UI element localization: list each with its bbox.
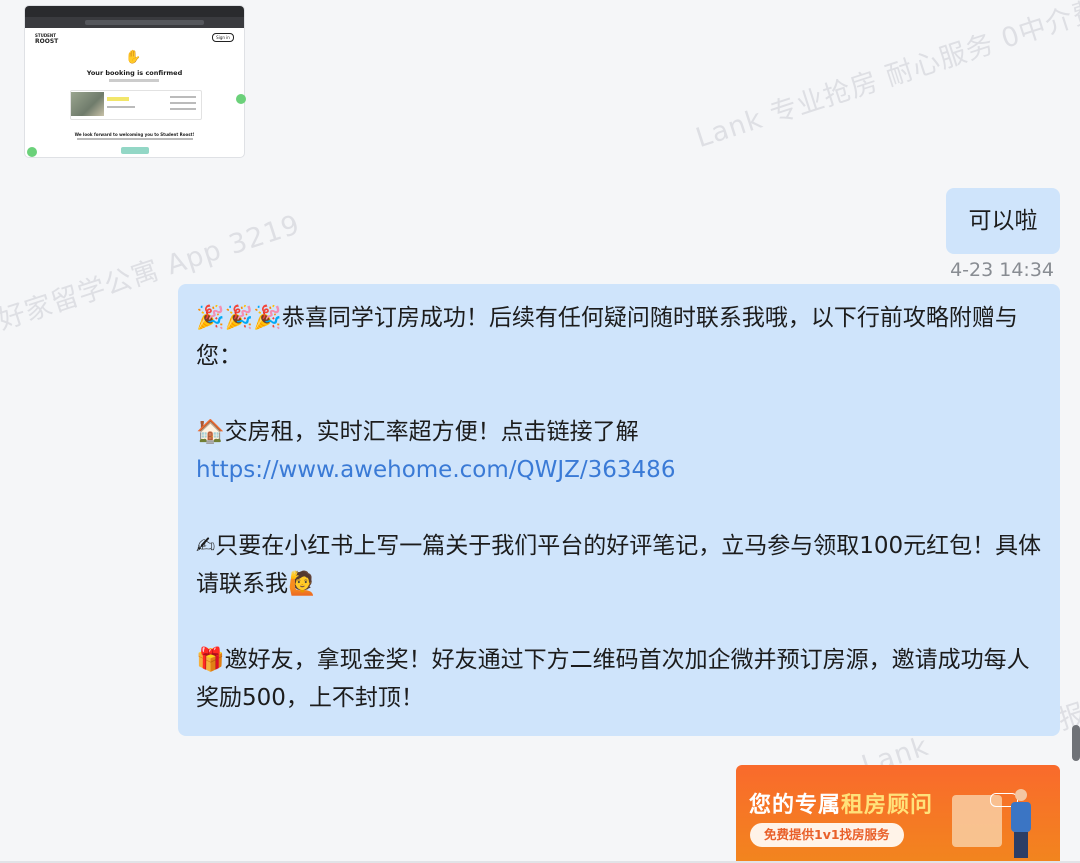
image-message-thumbnail[interactable]: STUDENT ROOST Sign in ✋ Your booking is … xyxy=(25,6,244,157)
banner-title: 您的专属租房顾问 xyxy=(749,793,934,818)
raising-hand-icon: 🙋 xyxy=(288,571,317,597)
outgoing-message-bubble[interactable]: 🎉🎉🎉恭喜同学订房成功！后续有任何疑问随时联系我哦，以下行前攻略附赠与您： 🏠交… xyxy=(178,284,1060,736)
browser-tab-bar xyxy=(25,6,244,17)
message-timestamp: 4-23 14:34 xyxy=(950,259,1054,281)
thumbnail-text-line xyxy=(170,108,196,110)
browser-url-bar xyxy=(25,17,244,28)
banner-pill: 免费提供1v1找房服务 xyxy=(750,823,904,847)
writing-hand-icon: ✍ xyxy=(196,533,216,559)
rent-payment-link[interactable]: https://www.awehome.com/QWJZ/363486 xyxy=(196,457,675,483)
thumbnail-text-line xyxy=(170,96,196,98)
thumbnail-signin-button: Sign in xyxy=(212,33,234,42)
message-paragraph: 🎁邀好友，拿现金奖！好友通过下方二维码首次加企微并预订房源，邀请成功每人奖励50… xyxy=(196,647,1030,711)
thumbnail-welcome: We look forward to welcoming you to Stud… xyxy=(74,132,195,137)
thumbnail-text-line xyxy=(170,102,196,104)
thumbnail-text-line xyxy=(107,106,135,108)
scrollbar-thumb[interactable] xyxy=(1072,725,1080,761)
thumbnail-cta-button xyxy=(121,147,149,154)
party-popper-icon: 🎉🎉🎉 xyxy=(196,305,282,331)
thumbnail-room-photo xyxy=(71,92,104,116)
message-paragraph: ✍只要在小红书上写一篇关于我们平台的好评笔记，立马参与领取100元红包！具体请联… xyxy=(196,533,1042,597)
waving-hand-icon: ✋ xyxy=(125,50,142,65)
thumbnail-subtitle xyxy=(109,79,159,82)
message-text: 可以啦 xyxy=(968,208,1038,234)
rental-advisor-banner[interactable]: 您的专属租房顾问 免费提供1v1找房服务 xyxy=(736,765,1060,863)
gift-icon: 🎁 xyxy=(196,647,225,673)
thumbnail-headline: Your booking is confirmed xyxy=(86,69,183,77)
message-paragraph: 🏠交房租，实时汇率超方便！点击链接了解 https://www.awehome.… xyxy=(196,419,676,483)
thumbnail-brand: STUDENT ROOST xyxy=(35,33,59,45)
house-icon: 🏠 xyxy=(196,419,225,445)
watermark-text: Lank 专业抢房 耐心服务 0中介费 (张骞 xyxy=(692,0,1080,155)
outgoing-message-bubble[interactable]: 可以啦 xyxy=(946,188,1060,254)
thumbnail-text-line xyxy=(77,138,193,140)
status-dot-icon xyxy=(27,147,37,157)
thumbnail-tag xyxy=(107,97,129,101)
advisor-figure-icon xyxy=(1008,789,1034,859)
message-paragraph: 🎉🎉🎉恭喜同学订房成功！后续有任何疑问随时联系我哦，以下行前攻略附赠与您： xyxy=(196,305,1018,369)
status-dot-icon xyxy=(236,94,246,104)
